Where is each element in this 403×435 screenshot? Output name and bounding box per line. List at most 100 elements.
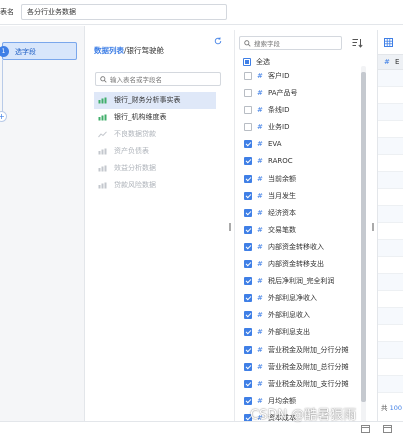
field-list-scrollbar[interactable] (361, 66, 366, 426)
table-list-item-label: 贷款风险数据 (114, 181, 156, 189)
panel-resize-handle[interactable] (229, 223, 231, 231)
field-name: 交易笔数 (268, 225, 296, 234)
field-checkbox[interactable] (244, 345, 252, 354)
table-search-box[interactable] (95, 72, 221, 86)
field-row[interactable]: # 外部利息收入 (235, 307, 360, 324)
number-type-icon: # (257, 106, 263, 115)
data-list-title: 数据列表/银行驾驶舱 (94, 45, 164, 56)
field-checkbox[interactable] (244, 123, 252, 132)
field-name: 内部资金转移支出 (268, 260, 324, 269)
window-icon[interactable] (383, 425, 392, 433)
top-bar: 表名 (0, 0, 403, 25)
refresh-icon[interactable] (214, 37, 222, 45)
window-icon[interactable] (361, 425, 370, 433)
table-name-input[interactable] (21, 4, 227, 20)
select-all-box[interactable] (243, 58, 251, 66)
field-checkbox[interactable] (244, 106, 252, 115)
watermark-text: CSDN @酷暑狠雨 (250, 408, 357, 423)
field-name: 外部利息净收入 (268, 294, 317, 303)
table-list-item[interactable]: 银行_财务分析事实表 (94, 92, 216, 109)
field-name: 税后净利润_完全利润 (268, 277, 335, 286)
field-row[interactable]: # 业务ID (235, 119, 360, 136)
add-step-icon[interactable]: + (0, 111, 7, 122)
field-checkbox[interactable] (244, 89, 252, 98)
field-row[interactable]: # 外部利息净收入 (235, 290, 360, 307)
field-row[interactable]: # 外部利息支出 (235, 324, 360, 341)
preview-toolbar (378, 30, 403, 54)
select-all-checkbox[interactable]: 全选 (243, 57, 303, 67)
field-name: 当月发生 (268, 191, 296, 200)
field-row[interactable]: # 内部资金转移收入 (235, 239, 360, 256)
field-checkbox[interactable] (244, 379, 252, 388)
field-checkbox[interactable] (244, 174, 252, 183)
field-name: 外部利息支出 (268, 328, 310, 337)
number-type-icon: # (257, 345, 263, 354)
preview-row (378, 359, 403, 376)
table-list-item[interactable]: 不良数据贷款 (94, 126, 216, 143)
field-row[interactable]: # PA产品号 (235, 85, 360, 102)
number-type-icon: # (257, 208, 263, 217)
table-icon (98, 97, 107, 104)
select-all-label: 全选 (256, 58, 270, 66)
data-list-title-accent: 数据列表 (94, 46, 124, 55)
field-name: 营业税金及附加_支行分摊 (268, 379, 349, 388)
field-row[interactable]: # 经济资本 (235, 205, 360, 222)
field-row[interactable]: # 营业税金及附加_分行分摊 (235, 342, 360, 359)
field-name: RAROC (268, 157, 293, 166)
field-checkbox[interactable] (244, 225, 252, 234)
field-row[interactable]: # 条线ID (235, 102, 360, 119)
field-checkbox[interactable] (244, 260, 252, 269)
table-list-item[interactable]: 效益分析数据 (94, 160, 216, 177)
field-row[interactable]: # 当前余额 (235, 171, 360, 188)
field-checkbox[interactable] (244, 72, 252, 80)
preview-row (378, 206, 403, 223)
panel-resize-handle[interactable] (372, 223, 374, 231)
number-type-icon: # (257, 123, 263, 132)
preview-row (378, 291, 403, 308)
field-row[interactable]: # 税后净利润_完全利润 (235, 273, 360, 290)
field-checkbox[interactable] (244, 157, 252, 166)
number-type-icon: # (257, 242, 263, 251)
field-checkbox[interactable] (244, 208, 252, 217)
preview-row (378, 376, 403, 393)
number-type-icon: # (257, 294, 263, 303)
field-checkbox[interactable] (244, 294, 252, 303)
field-row[interactable]: # 当月发生 (235, 188, 360, 205)
table-list-item[interactable]: 资产负债表 (94, 143, 216, 160)
preview-row (378, 308, 403, 325)
table-icon (98, 148, 107, 155)
number-type-icon: # (257, 277, 263, 286)
field-checkbox[interactable] (244, 362, 252, 371)
step-number-badge: 1 (0, 46, 9, 57)
preview-column-name: E (395, 58, 400, 66)
table-grid-icon[interactable] (384, 38, 393, 47)
scrollbar-thumb[interactable] (361, 72, 366, 402)
field-checkbox[interactable] (244, 328, 252, 337)
preview-row (378, 257, 403, 274)
field-row[interactable]: # EVA (235, 136, 360, 153)
preview-row (378, 138, 403, 155)
field-row[interactable]: # 客户ID (235, 68, 360, 85)
sort-icon[interactable] (352, 38, 363, 48)
preview-row (378, 274, 403, 291)
field-checkbox[interactable] (244, 191, 252, 200)
field-row[interactable]: # 营业税金及附加_总行分摊 (235, 359, 360, 376)
field-checkbox[interactable] (244, 140, 252, 149)
table-list-item[interactable]: 贷款风险数据 (94, 177, 216, 194)
field-row[interactable]: # 交易笔数 (235, 222, 360, 239)
field-row[interactable]: # 营业税金及附加_支行分摊 (235, 376, 360, 393)
field-checkbox[interactable] (244, 277, 252, 286)
field-search-box[interactable] (239, 36, 342, 50)
preview-column-header[interactable]: # E (378, 54, 403, 70)
step-select-fields[interactable]: 1 选字段 (0, 42, 77, 60)
field-search-input[interactable] (254, 38, 339, 49)
field-row[interactable]: # 内部资金转移支出 (235, 256, 360, 273)
table-search-input[interactable] (110, 74, 218, 85)
field-checkbox[interactable] (244, 242, 252, 251)
step-label: 选字段 (15, 48, 36, 56)
table-list-item[interactable]: 银行_机构维度表 (94, 109, 216, 126)
field-checkbox[interactable] (244, 311, 252, 320)
field-row[interactable]: # RAROC (235, 153, 360, 170)
preview-row (378, 155, 403, 172)
number-type-icon: # (257, 225, 263, 234)
